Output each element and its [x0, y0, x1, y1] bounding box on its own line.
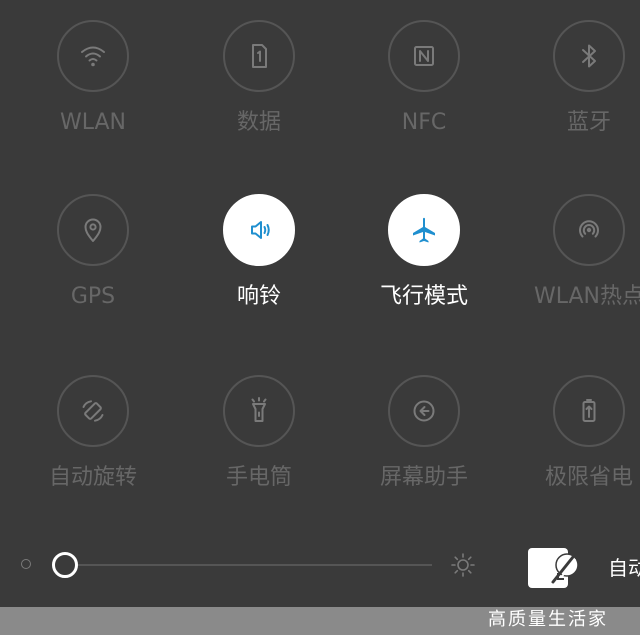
bluetooth-icon: [582, 44, 596, 68]
tile-screen-assistant[interactable]: 屏幕助手: [349, 375, 499, 491]
tile-battery-saver-button[interactable]: [553, 375, 625, 447]
tile-ring-button[interactable]: [223, 194, 295, 266]
tile-label: WLAN热点: [533, 284, 640, 309]
tile-nfc[interactable]: NFC: [349, 20, 499, 136]
brightness-min-icon: [21, 559, 31, 569]
location-pin-icon: [84, 218, 102, 242]
tile-flashlight-button[interactable]: [223, 375, 295, 447]
tile-label: 屏幕助手: [379, 465, 468, 490]
auto-brightness-icon: [551, 553, 579, 586]
watermark: 高质量生活家: [488, 609, 608, 630]
speaker-ring-icon: [251, 221, 270, 239]
tile-airplane-mode[interactable]: 飞行模式: [349, 194, 499, 310]
tile-wlan[interactable]: WLAN: [18, 20, 168, 136]
tile-mobile-data-button[interactable]: [223, 20, 295, 92]
tile-bluetooth[interactable]: 蓝牙: [514, 20, 640, 136]
tile-label: 自动旋转: [48, 465, 137, 490]
sim-card-icon: [252, 44, 267, 68]
tile-ring[interactable]: 响铃: [184, 194, 334, 310]
nfc-icon: [414, 46, 434, 66]
brightness-slider-thumb[interactable]: [52, 552, 78, 578]
tile-label: 飞行模式: [379, 284, 468, 309]
flashlight-icon: [251, 397, 267, 422]
auto-rotate-icon: [82, 400, 104, 422]
tile-label: NFC: [401, 110, 447, 135]
auto-brightness-label: 自动: [608, 556, 640, 580]
tile-gps[interactable]: GPS: [18, 194, 168, 310]
tile-airplane-mode-button[interactable]: [388, 194, 460, 266]
tile-nfc-button[interactable]: [388, 20, 460, 92]
tile-battery-saver[interactable]: 极限省电: [514, 375, 640, 491]
tile-label: 响铃: [236, 284, 281, 309]
tile-gps-button[interactable]: [57, 194, 129, 266]
airplane-icon: [413, 217, 435, 243]
tile-auto-rotate-button[interactable]: [57, 375, 129, 447]
sun-icon: [451, 553, 475, 577]
tile-label: 数据: [236, 110, 281, 135]
tile-auto-rotate[interactable]: 自动旋转: [18, 375, 168, 491]
tile-label: GPS: [70, 284, 116, 309]
tile-wlan-button[interactable]: [57, 20, 129, 92]
tile-bluetooth-button[interactable]: [553, 20, 625, 92]
tile-label: 手电筒: [225, 465, 292, 490]
tile-label: 蓝牙: [566, 110, 611, 135]
screen-assistant-icon: [413, 400, 435, 422]
tile-label: WLAN: [59, 110, 127, 135]
hotspot-icon: [579, 220, 599, 238]
brightness-slider-track[interactable]: [78, 564, 432, 566]
wifi-icon: [81, 46, 105, 67]
battery-saver-icon: [582, 399, 596, 422]
tile-hotspot[interactable]: WLAN热点: [514, 194, 640, 310]
tile-flashlight[interactable]: 手电筒: [184, 375, 334, 491]
tile-screen-assistant-button[interactable]: [388, 375, 460, 447]
tile-hotspot-button[interactable]: [553, 194, 625, 266]
tile-mobile-data[interactable]: 数据: [184, 20, 334, 136]
tile-label: 极限省电: [544, 465, 633, 490]
